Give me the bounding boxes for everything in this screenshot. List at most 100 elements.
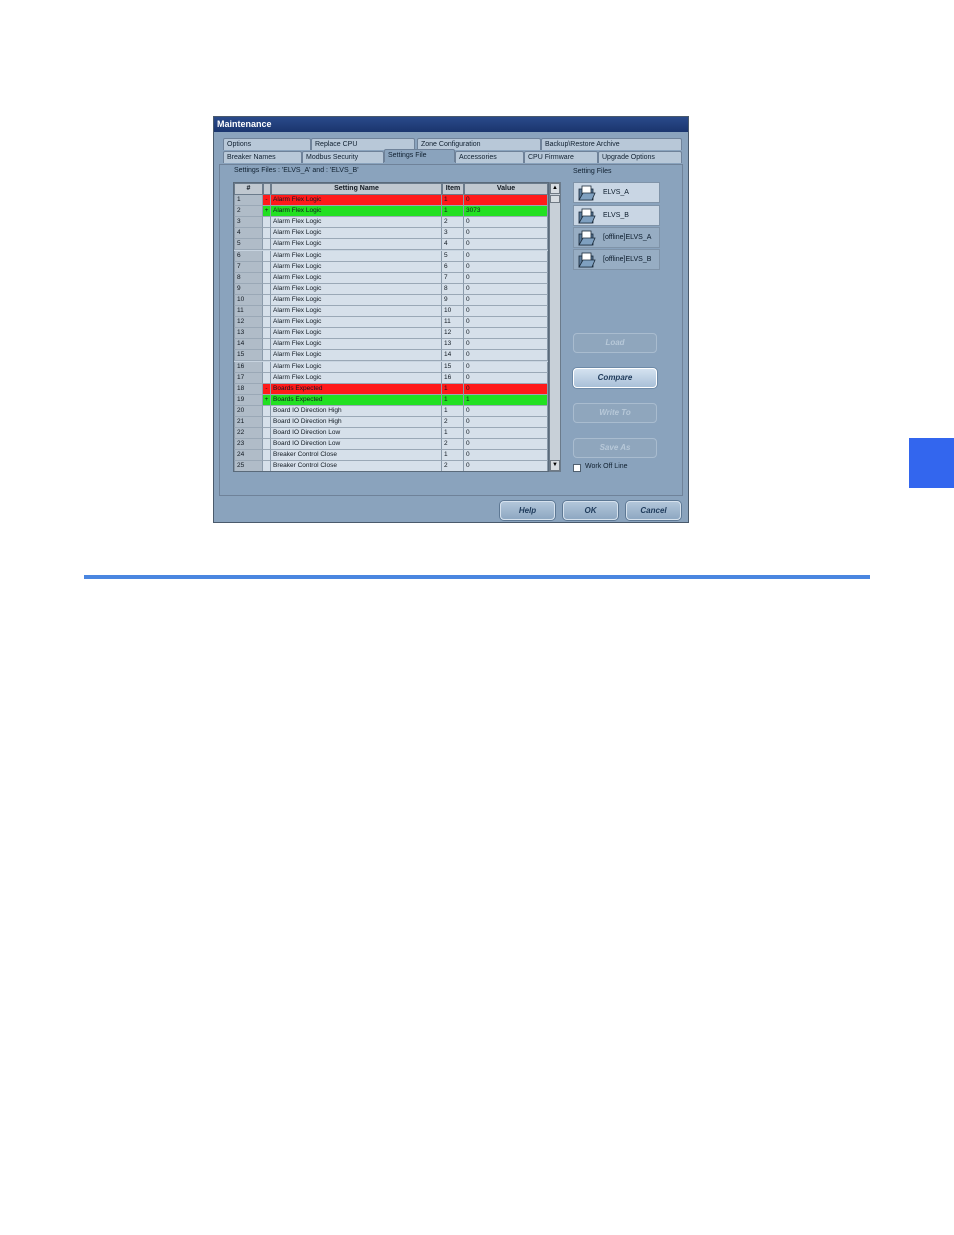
compare-button[interactable]: Compare	[573, 368, 657, 388]
table-row[interactable]: 23 Board IO Direction Low 2 0	[234, 439, 548, 451]
table-row[interactable]: 25 Breaker Control Close 2 0	[234, 461, 548, 471]
table-row[interactable]: 22 Board IO Direction Low 1 0	[234, 428, 548, 440]
setting-file-elvs-a[interactable]: ELVS_A	[573, 182, 660, 203]
header-item[interactable]: Item	[442, 183, 464, 195]
row-value: 0	[464, 417, 548, 428]
tab-accessories[interactable]: Accessories	[455, 151, 524, 163]
row-value: 0	[464, 195, 548, 206]
header-number[interactable]: #	[234, 183, 263, 195]
row-diff-marker	[263, 272, 271, 284]
table-row[interactable]: 24 Breaker Control Close 1 0	[234, 450, 548, 462]
row-setting-name: Alarm Flex Logic	[271, 339, 442, 351]
setting-file-offline-elvs-b[interactable]: [offline]ELVS_B	[573, 249, 660, 270]
file-name: ELVS_A	[603, 189, 629, 196]
scroll-up-arrow-icon[interactable]: ▲	[550, 183, 560, 194]
table-row[interactable]: 1- Alarm Flex Logic 1 0	[234, 195, 548, 206]
settings-compare-grid[interactable]: # Setting Name Item Value 1- Alarm Flex L…	[233, 182, 549, 472]
row-value: 0	[464, 405, 548, 417]
grid-vertical-scrollbar[interactable]: ▲ ▼	[549, 182, 561, 472]
table-row[interactable]: 11 Alarm Flex Logic 10 0	[234, 306, 548, 317]
setting-file-offline-elvs-a[interactable]: [offline]ELVS_A	[573, 227, 660, 248]
row-setting-name: Board IO Direction High	[271, 417, 442, 428]
row-setting-name: Board IO Direction Low	[271, 439, 442, 451]
row-diff-marker	[263, 361, 271, 373]
row-number: 2	[234, 206, 263, 218]
row-value: 0	[464, 361, 548, 373]
setting-file-elvs-b[interactable]: ELVS_B	[573, 205, 660, 226]
row-diff-marker	[263, 239, 271, 251]
row-value: 0	[464, 217, 548, 229]
header-value[interactable]: Value	[464, 183, 548, 195]
header-setting-name[interactable]: Setting Name	[271, 183, 442, 195]
table-row[interactable]: 10 Alarm Flex Logic 9 0	[234, 294, 548, 306]
tab-modbus-security[interactable]: Modbus Security	[302, 151, 384, 163]
row-number: 20	[234, 405, 263, 417]
row-value: 0	[464, 428, 548, 440]
table-row[interactable]: 3 Alarm Flex Logic 2 0	[234, 217, 548, 229]
table-row[interactable]: 12 Alarm Flex Logic 11 0	[234, 317, 548, 329]
table-row[interactable]: 13 Alarm Flex Logic 12 0	[234, 328, 548, 340]
tab-options[interactable]: Options	[223, 138, 311, 150]
table-row[interactable]: 17 Alarm Flex Logic 16 0	[234, 372, 548, 384]
folder-file-icon	[578, 230, 596, 246]
folder-file-icon	[578, 208, 596, 224]
row-diff-marker	[263, 261, 271, 273]
row-setting-name: Boards Expected	[271, 383, 442, 395]
tab-backup-restore-archive[interactable]: Backup\Restore Archive	[541, 138, 682, 150]
row-value: 0	[464, 339, 548, 351]
row-setting-name: Alarm Flex Logic	[271, 272, 442, 284]
row-value: 0	[464, 250, 548, 262]
write-to-button[interactable]: Write To	[573, 403, 657, 423]
save-as-button[interactable]: Save As	[573, 438, 657, 458]
scroll-down-arrow-icon[interactable]: ▼	[550, 460, 560, 471]
work-offline-checkbox[interactable]	[573, 464, 581, 472]
table-row[interactable]: 14 Alarm Flex Logic 13 0	[234, 339, 548, 351]
row-diff-marker	[263, 339, 271, 351]
ok-button[interactable]: OK	[563, 501, 618, 520]
row-diff-marker	[263, 217, 271, 229]
table-row[interactable]: 8 Alarm Flex Logic 7 0	[234, 272, 548, 284]
row-item: 11	[442, 317, 464, 329]
row-number: 21	[234, 417, 263, 428]
table-row[interactable]: 4 Alarm Flex Logic 3 0	[234, 228, 548, 240]
row-setting-name: Breaker Control Close	[271, 461, 442, 471]
table-row[interactable]: 19 + Boards Expected 1 1	[234, 394, 548, 406]
tab-settings-file[interactable]: Settings File	[384, 149, 455, 162]
row-setting-name: Board IO Direction Low	[271, 428, 442, 440]
table-row[interactable]: 18- Boards Expected 1 0	[234, 383, 548, 395]
table-row[interactable]: 2 + Alarm Flex Logic 1 3073	[234, 206, 548, 218]
row-diff-marker: +	[263, 206, 271, 218]
row-setting-name: Alarm Flex Logic	[271, 228, 442, 240]
chapter-side-tab	[909, 438, 954, 488]
row-setting-name: Alarm Flex Logic	[271, 328, 442, 340]
help-button[interactable]: Help	[500, 501, 555, 520]
table-row[interactable]: 20 Board IO Direction High 1 0	[234, 405, 548, 417]
row-setting-name: Alarm Flex Logic	[271, 283, 442, 295]
row-diff-marker: +	[263, 394, 271, 406]
row-item: 9	[442, 294, 464, 306]
work-offline-label: Work Off Line	[585, 463, 628, 470]
row-number: 16	[234, 361, 263, 373]
table-row[interactable]: 16 Alarm Flex Logic 15 0	[234, 361, 548, 373]
row-setting-name: Alarm Flex Logic	[271, 195, 442, 206]
cancel-button[interactable]: Cancel	[626, 501, 681, 520]
table-row[interactable]: 6 Alarm Flex Logic 5 0	[234, 250, 548, 262]
row-number: 8	[234, 272, 263, 284]
table-row[interactable]: 9 Alarm Flex Logic 8 0	[234, 283, 548, 295]
tab-cpu-firmware[interactable]: CPU Firmware	[524, 151, 598, 163]
row-value: 0	[464, 306, 548, 317]
row-diff-marker: -	[263, 195, 271, 206]
table-row[interactable]: 15 Alarm Flex Logic 14 0	[234, 350, 548, 362]
table-row[interactable]: 21 Board IO Direction High 2 0	[234, 417, 548, 428]
tab-upgrade-options[interactable]: Upgrade Options	[598, 151, 682, 163]
table-row[interactable]: 7 Alarm Flex Logic 6 0	[234, 261, 548, 273]
scroll-thumb[interactable]	[550, 195, 560, 203]
row-diff-marker	[263, 228, 271, 240]
folder-file-icon	[578, 185, 596, 201]
load-button[interactable]: Load	[573, 333, 657, 353]
table-row[interactable]: 5 Alarm Flex Logic 4 0	[234, 239, 548, 251]
tab-breaker-names[interactable]: Breaker Names	[223, 151, 302, 163]
maintenance-dialog: Maintenance Options Replace CPU Zone Con…	[213, 116, 689, 523]
row-setting-name: Alarm Flex Logic	[271, 206, 442, 218]
header-marker[interactable]	[263, 183, 271, 195]
